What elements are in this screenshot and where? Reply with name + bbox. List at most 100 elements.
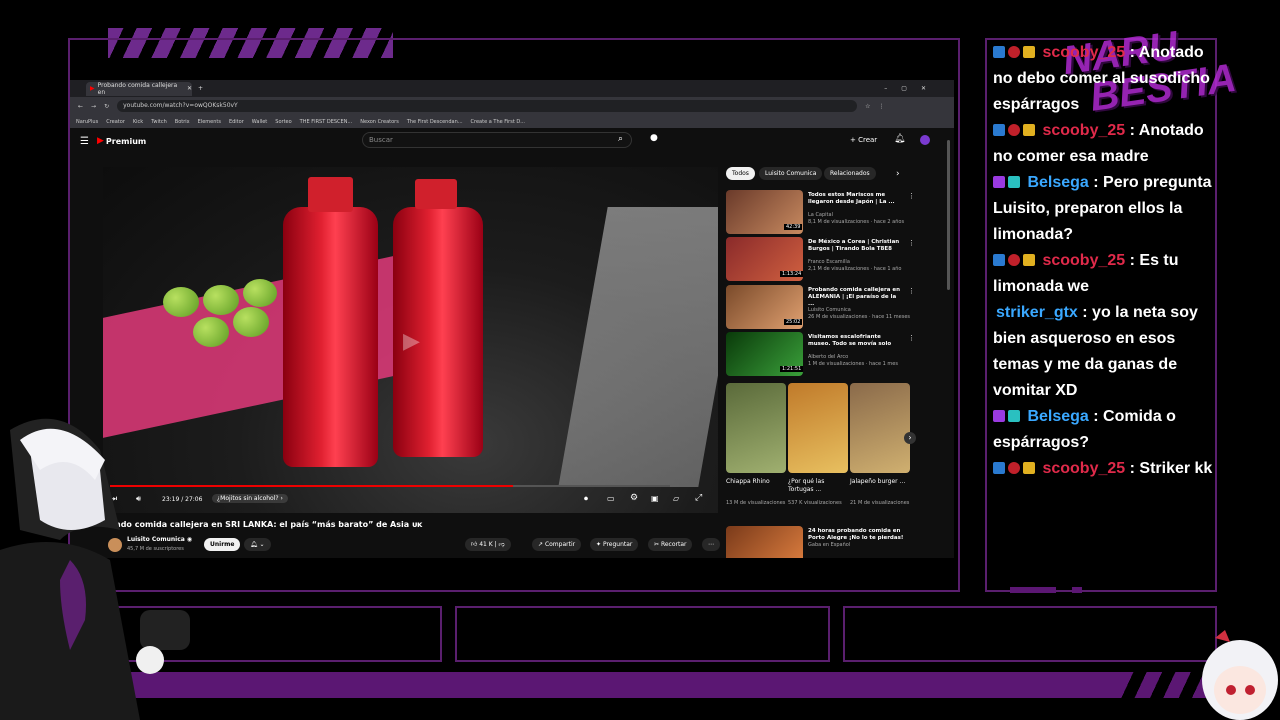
chapter-label: ¿Mojitos sin alcohol? xyxy=(217,495,279,502)
address-bar-row: ← → ↻ youtube.com/watch?v=owQOKsk50vY ☆ … xyxy=(70,97,954,115)
chevron-right-icon[interactable]: › xyxy=(896,169,900,179)
ask-label: Preguntar xyxy=(602,541,633,548)
filter-chip-channel[interactable]: Luisito Comunica xyxy=(759,167,823,180)
more-vert-icon[interactable]: ⋮ xyxy=(908,239,915,247)
badge-icon xyxy=(993,462,1005,474)
window-controls[interactable]: –▢✕ xyxy=(884,85,940,92)
youtube-brand: Premium xyxy=(105,136,147,146)
autoplay-icon[interactable]: ⏺ xyxy=(584,494,588,504)
youtube-logo-icon[interactable]: ▶ xyxy=(97,136,104,146)
bookmarks-bar: NaruPlus Creator Kick Twitch Botrix Elem… xyxy=(70,115,954,128)
avatar-eye xyxy=(1226,685,1236,695)
bookmark-item[interactable]: NaruPlus xyxy=(76,119,98,125)
bookmark-item[interactable]: Botrix xyxy=(175,119,190,125)
short-thumbnail[interactable] xyxy=(850,383,910,473)
chat-username[interactable]: scooby_25 xyxy=(1042,460,1125,477)
ask-button[interactable]: ✦ Preguntar xyxy=(590,538,639,551)
filter-chip-all[interactable]: Todos xyxy=(726,167,755,180)
recommended-title: 24 horas probando comida en Porto Alegre… xyxy=(808,528,904,541)
bookmark-item[interactable]: Sorteo xyxy=(275,119,291,125)
notify-bell-button[interactable]: 🔔︎ ⌄ xyxy=(244,538,271,551)
avatar-hand xyxy=(136,646,164,674)
recommended-video[interactable]: 24 horas probando comida en Porto Alegre… xyxy=(726,526,926,558)
recommended-video[interactable]: 25:02 Probando comida callejera en ALEMA… xyxy=(726,285,926,329)
avatar-ornament xyxy=(1215,630,1230,642)
clip-button[interactable]: ✂ Recortar xyxy=(648,538,693,551)
subtitles-icon[interactable]: ▭ xyxy=(607,494,615,503)
bookmark-item[interactable]: THE FIRST DESCEN... xyxy=(300,119,353,125)
chat-scroll-indicator xyxy=(1010,587,1056,593)
video-lime xyxy=(233,307,269,337)
crown-icon xyxy=(1023,254,1035,266)
recommended-channel: Luisito Comunica xyxy=(808,307,851,313)
recommended-video[interactable]: 1:21:51 Visitamos escalofriante museo. T… xyxy=(726,332,926,376)
cast-icon[interactable]: ▱ xyxy=(673,494,679,503)
notifications-icon[interactable]: 🔔︎ xyxy=(894,134,905,144)
bookmark-item[interactable]: Editor xyxy=(229,119,244,125)
back-icon[interactable]: ← xyxy=(78,103,83,110)
join-button[interactable]: Unirme xyxy=(204,538,241,551)
miniplayer-icon[interactable]: ▣ xyxy=(651,494,659,503)
browser-window: ▶ Probando comida callejera en ✕ + –▢✕ ←… xyxy=(70,80,954,558)
search-icon[interactable]: ⌕ xyxy=(618,134,623,144)
bookmark-item[interactable]: The First Descendan... xyxy=(407,119,463,125)
bookmark-item[interactable]: Elements xyxy=(198,119,221,125)
more-actions-button[interactable]: ⋯ xyxy=(702,538,720,551)
recommended-meta: Alberto del Arco 1 M de visualizaciones ·… xyxy=(808,354,918,368)
recommended-video[interactable]: 1:13:24 De México a Corea | Christian Bu… xyxy=(726,237,926,281)
recommended-title: Todos estos Mariscos me llegaron desde J… xyxy=(808,192,895,205)
bookmark-star-icon[interactable]: ☆ xyxy=(865,103,870,110)
new-tab-icon[interactable]: + xyxy=(198,85,203,92)
search-input[interactable]: Buscar xyxy=(362,132,632,148)
video-duration: 1:21:51 xyxy=(780,366,804,372)
recommended-stats: 2,1 M de visualizaciones · hace 1 año xyxy=(808,266,902,272)
chat-scroll-indicator-dot xyxy=(1072,587,1082,593)
recommended-channel: Gaba en Español xyxy=(808,542,851,548)
microphone-icon[interactable]: ● xyxy=(650,133,658,143)
play-icon[interactable]: ▶ xyxy=(403,329,420,354)
close-tab-icon[interactable]: ✕ xyxy=(187,85,192,92)
bookmark-item[interactable]: Twitch xyxy=(151,119,167,125)
page-scrollbar[interactable] xyxy=(947,140,950,290)
avatar[interactable] xyxy=(920,135,930,145)
short-thumbnail[interactable] xyxy=(726,383,786,473)
chat-username[interactable]: Belsega xyxy=(1027,408,1088,425)
forward-icon[interactable]: → xyxy=(91,103,96,110)
short-thumbnail[interactable] xyxy=(788,383,848,473)
short-title: ¿Por qué las Tortugas ... xyxy=(788,478,825,493)
fullscreen-icon[interactable]: ⤢ xyxy=(695,493,702,503)
settings-gear-icon[interactable]: ⚙ xyxy=(630,493,638,503)
bookmark-item[interactable]: Kick xyxy=(133,119,143,125)
chat-username[interactable]: scooby_25 xyxy=(1042,44,1125,61)
chat-username[interactable]: scooby_25 xyxy=(1042,122,1125,139)
video-bottle-cap xyxy=(415,179,457,209)
shorts-next-icon[interactable]: › xyxy=(904,432,916,444)
share-button[interactable]: ↗ Compartir xyxy=(532,538,582,551)
url-field[interactable]: youtube.com/watch?v=owQOKsk50vY xyxy=(117,100,858,112)
bookmark-item[interactable]: Creator xyxy=(106,119,125,125)
recommended-video[interactable]: 42:39 Todos estos Mariscos me llegaron d… xyxy=(726,190,926,234)
menu-icon[interactable]: ☰ xyxy=(80,136,89,147)
bookmark-item[interactable]: Nexon Creators xyxy=(360,119,399,125)
filter-chip-related[interactable]: Relacionados xyxy=(824,167,876,180)
more-vert-icon[interactable]: ⋮ xyxy=(908,192,915,200)
chat-message: Belsega : Comida o espárragos? xyxy=(993,408,1176,451)
reload-icon[interactable]: ↻ xyxy=(104,103,109,110)
video-hand xyxy=(558,207,718,487)
extensions-icon[interactable]: ⋮ xyxy=(878,103,884,110)
chat-username[interactable]: scooby_25 xyxy=(1042,252,1125,269)
create-label: Crear xyxy=(858,136,878,144)
avatar-controller xyxy=(140,610,190,650)
video-duration: 1:13:24 xyxy=(780,271,804,277)
recommended-meta: La Capital 8,1 M de visualizaciones · hac… xyxy=(808,212,918,226)
chapter-button[interactable]: ¿Mojitos sin alcohol? › xyxy=(212,494,288,503)
bookmark-item[interactable]: Create a The First D... xyxy=(471,119,525,125)
more-vert-icon[interactable]: ⋮ xyxy=(908,287,915,295)
create-button[interactable]: + Crear xyxy=(850,136,877,144)
like-button[interactable]: 👍︎ 41 K | 👎︎ xyxy=(465,538,511,551)
chat-username[interactable]: Belsega xyxy=(1027,174,1088,191)
chat-username[interactable]: striker_gtx xyxy=(996,304,1078,321)
more-vert-icon[interactable]: ⋮ xyxy=(908,334,915,342)
browser-tab[interactable]: ▶ Probando comida callejera en ✕ xyxy=(86,81,192,96)
bookmark-item[interactable]: Wallet xyxy=(252,119,268,125)
